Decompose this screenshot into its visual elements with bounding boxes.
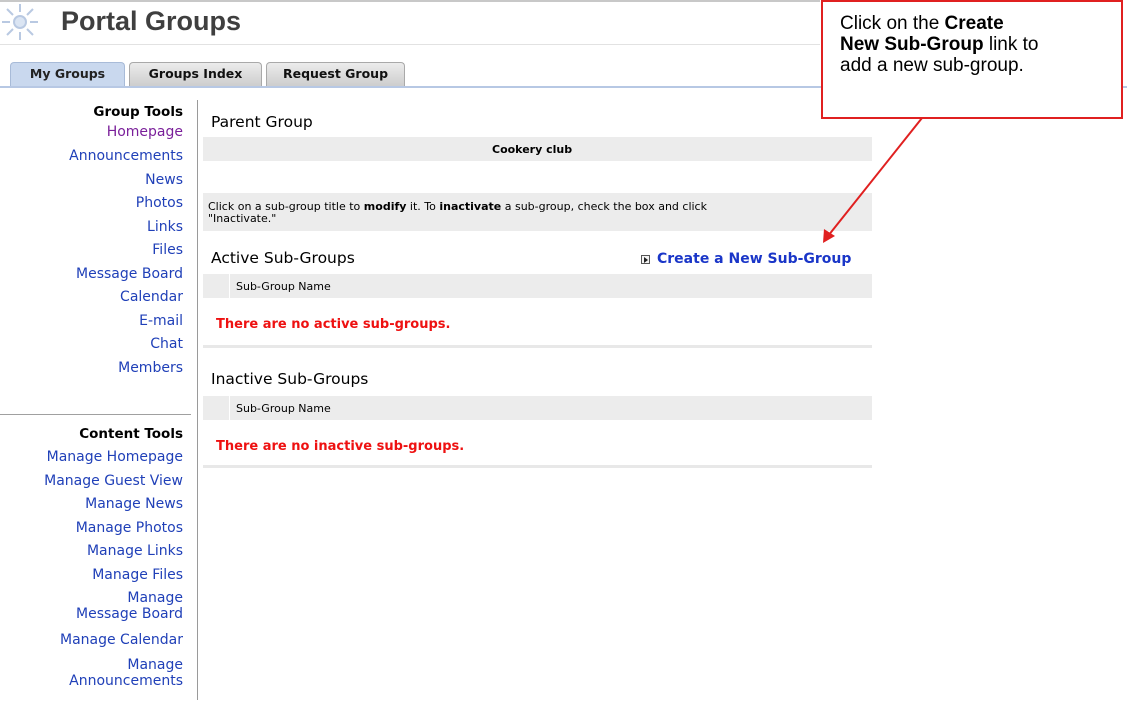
inactive-section-rule xyxy=(203,465,872,468)
sidebar-item-email[interactable]: E-mail xyxy=(139,313,183,330)
column-divider xyxy=(229,274,230,298)
tab-label: My Groups xyxy=(29,66,106,81)
parent-group-title: Parent Group xyxy=(211,113,313,131)
active-subgroups-title: Active Sub-Groups xyxy=(211,249,355,267)
instructions-inactivate: inactivate xyxy=(439,200,502,213)
sidebar-item-homepage[interactable]: Homepage xyxy=(107,124,183,141)
page-title: Portal Groups xyxy=(61,6,242,36)
active-column-header: Sub-Group Name xyxy=(236,280,331,293)
sidebar-item-manage-message-board-line2[interactable]: Message Board xyxy=(76,606,183,623)
sidebar-item-manage-guest-view[interactable]: Manage Guest View xyxy=(44,473,183,490)
sidebar-separator xyxy=(0,414,191,415)
title-rule xyxy=(0,44,820,45)
group-tools-heading: Group Tools xyxy=(93,104,183,120)
sidebar-divider xyxy=(197,100,198,700)
sidebar-item-manage-files[interactable]: Manage Files xyxy=(92,567,183,584)
sidebar-item-message-board[interactable]: Message Board xyxy=(76,266,183,283)
callout-text: add a new sub-group. xyxy=(840,55,1024,76)
sidebar-item-news[interactable]: News xyxy=(145,172,183,189)
instructions-modify: modify xyxy=(363,200,407,213)
top-rule xyxy=(0,0,820,2)
sidebar-item-manage-homepage[interactable]: Manage Homepage xyxy=(47,449,183,466)
callout-bold-new-subgroup: New Sub-Group xyxy=(840,34,984,55)
tab-label: Request Group xyxy=(282,66,389,81)
sidebar-item-manage-news[interactable]: Manage News xyxy=(85,496,183,513)
sidebar-item-manage-links[interactable]: Manage Links xyxy=(87,543,183,560)
sidebar-item-manage-calendar[interactable]: Manage Calendar xyxy=(60,632,183,649)
sidebar-item-links[interactable]: Links xyxy=(147,219,183,236)
tab-label: Groups Index xyxy=(148,66,243,81)
sidebar-item-files[interactable]: Files xyxy=(152,242,183,259)
sidebar-item-members[interactable]: Members xyxy=(118,360,183,377)
tab-groups-index[interactable]: Groups Index xyxy=(129,62,262,86)
portal-logo-icon xyxy=(2,4,38,40)
sidebar-item-calendar[interactable]: Calendar xyxy=(120,289,183,306)
column-divider xyxy=(229,396,230,420)
sidebar-item-announcements[interactable]: Announcements xyxy=(69,148,183,165)
sidebar-item-manage-announcements-line2[interactable]: Announcements xyxy=(69,673,183,690)
sidebar-item-manage-photos[interactable]: Manage Photos xyxy=(76,520,183,537)
create-new-subgroup-link[interactable]: Create a New Sub-Group xyxy=(657,251,851,267)
sidebar-item-chat[interactable]: Chat xyxy=(150,336,183,353)
instructions-line2: "Inactivate." xyxy=(208,212,277,225)
active-section-rule xyxy=(203,345,872,348)
instructions-part: a sub-group, check the box and click xyxy=(501,200,707,213)
callout-arrowhead-icon xyxy=(823,229,835,243)
tab-request-group[interactable]: Request Group xyxy=(266,62,405,86)
inactive-subgroups-title: Inactive Sub-Groups xyxy=(211,370,369,388)
instructions-text: Click on a sub-group title to modify it.… xyxy=(208,201,848,225)
parent-group-name: Cookery club xyxy=(492,143,573,156)
sidebar-item-manage-announcements-line1[interactable]: Manage xyxy=(127,657,183,674)
sidebar-item-manage-message-board-line1[interactable]: Manage xyxy=(127,590,183,607)
callout-text: link to xyxy=(983,34,1039,55)
inactive-column-header: Sub-Group Name xyxy=(236,402,331,415)
content-tools-heading: Content Tools xyxy=(79,426,183,442)
instruction-callout: Click on the Create New Sub-Group link t… xyxy=(821,0,1123,119)
callout-bold-create: Create xyxy=(944,13,1004,34)
sidebar-item-photos[interactable]: Photos xyxy=(136,195,183,212)
arrow-right-icon xyxy=(641,255,650,264)
tab-my-groups[interactable]: My Groups xyxy=(10,62,125,86)
instructions-part: it. To xyxy=(406,200,440,213)
inactive-empty-message: There are no inactive sub-groups. xyxy=(216,439,465,454)
active-empty-message: There are no active sub-groups. xyxy=(216,317,451,332)
callout-text: Click on the xyxy=(840,13,945,34)
